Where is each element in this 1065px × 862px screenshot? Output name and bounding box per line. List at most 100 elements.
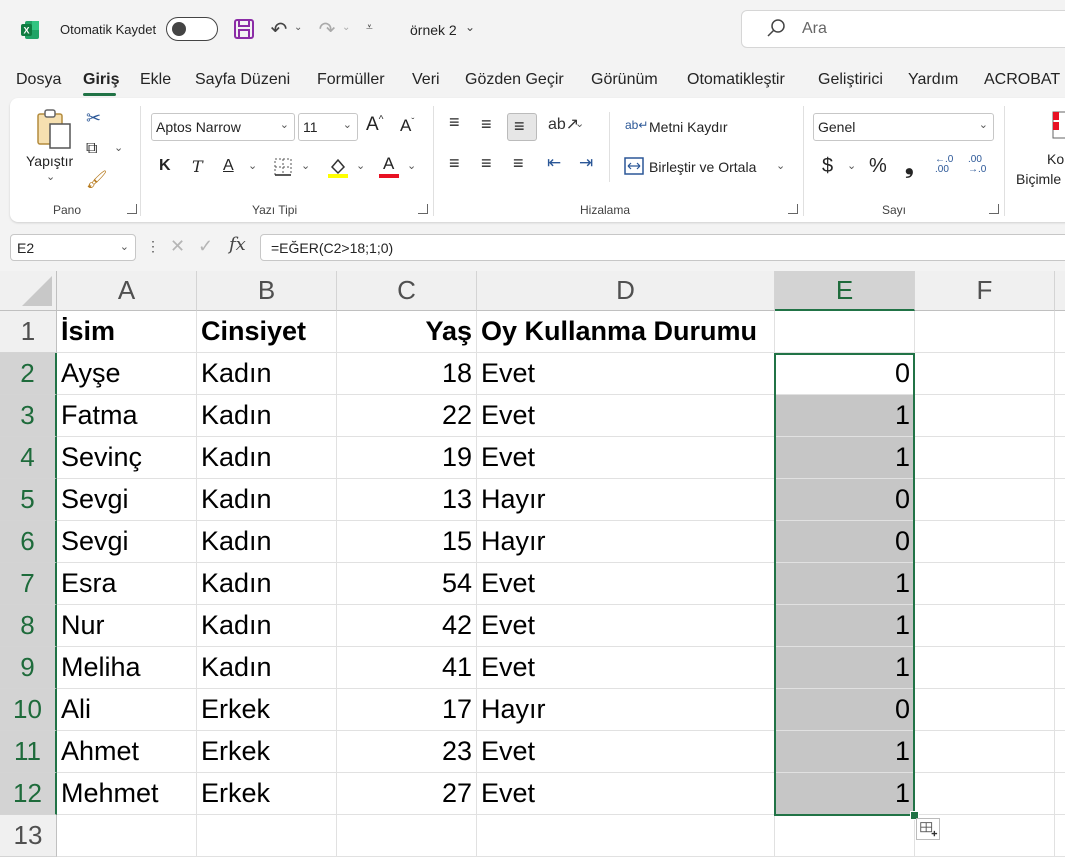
align-center-icon[interactable]: ≡ <box>481 153 492 174</box>
empty-cell[interactable] <box>915 479 1055 521</box>
table-cell[interactable]: Erkek <box>197 773 337 815</box>
percent-button[interactable]: % <box>869 155 887 178</box>
column-header-e[interactable]: E <box>775 271 915 311</box>
underline-button[interactable]: A <box>223 157 234 175</box>
quick-analysis-icon[interactable] <box>916 818 940 840</box>
select-all-button[interactable] <box>0 271 57 311</box>
table-cell[interactable]: Esra <box>57 563 197 605</box>
table-cell[interactable]: 1 <box>775 773 915 815</box>
empty-cell[interactable] <box>1055 395 1065 437</box>
formula-input[interactable]: =EĞER(C2>18;1;0) <box>260 234 1065 261</box>
font-color-dropdown-icon[interactable]: ⌄ <box>407 159 416 172</box>
document-title[interactable]: örnek 2 <box>410 22 457 38</box>
table-cell[interactable]: 17 <box>337 689 477 731</box>
row-header[interactable]: 1 <box>0 311 57 353</box>
currency-button[interactable]: $ <box>822 155 833 178</box>
conditional-formatting-icon[interactable] <box>1051 110 1065 140</box>
wrap-text-icon[interactable]: ab↵ <box>625 118 648 132</box>
tab-automate[interactable]: Otomatikleştir <box>687 71 785 89</box>
row-header[interactable]: 9 <box>0 647 57 689</box>
table-cell[interactable]: Hayır <box>477 479 775 521</box>
empty-cell[interactable] <box>915 395 1055 437</box>
table-cell[interactable]: 1 <box>775 647 915 689</box>
tab-home[interactable]: Giriş <box>83 71 119 89</box>
table-cell[interactable]: Kadın <box>197 353 337 395</box>
borders-dropdown-icon[interactable]: ⌄ <box>301 159 310 172</box>
empty-cell[interactable] <box>915 437 1055 479</box>
conditional-formatting-label-line1[interactable]: Ko <box>1047 151 1064 167</box>
undo-dropdown-icon[interactable]: ⌄ <box>294 22 302 33</box>
increase-decimal-icon[interactable]: ←.0.00 <box>935 155 953 175</box>
empty-cell[interactable] <box>915 647 1055 689</box>
row-header[interactable]: 11 <box>0 731 57 773</box>
table-cell[interactable]: 13 <box>337 479 477 521</box>
empty-cell[interactable] <box>1055 731 1065 773</box>
align-middle-icon[interactable]: ≡ <box>481 114 492 135</box>
search-box[interactable] <box>741 10 1065 48</box>
chevron-down-icon[interactable]: ⌄ <box>465 20 475 34</box>
number-format-select[interactable]: Genel ⌄ <box>813 113 994 141</box>
table-cell[interactable]: Ayşe <box>57 353 197 395</box>
currency-dropdown-icon[interactable]: ⌄ <box>847 159 856 172</box>
copy-icon[interactable]: ⧉ <box>86 140 97 158</box>
empty-cell[interactable] <box>57 815 197 857</box>
font-name-select[interactable]: Aptos Narrow ⌄ <box>151 113 295 141</box>
tab-review[interactable]: Gözden Geçir <box>465 71 564 89</box>
table-cell[interactable]: Sevinç <box>57 437 197 479</box>
increase-font-size-icon[interactable]: A^ <box>366 114 383 136</box>
tab-acrobat[interactable]: ACROBAT <box>984 71 1060 89</box>
tab-formulas[interactable]: Formüller <box>317 71 385 89</box>
row-header[interactable]: 2 <box>0 353 57 395</box>
table-cell[interactable]: Evet <box>477 563 775 605</box>
table-cell[interactable]: Evet <box>477 647 775 689</box>
alignment-launcher-icon[interactable] <box>788 204 798 214</box>
table-cell[interactable]: Kadın <box>197 479 337 521</box>
align-left-icon[interactable]: ≡ <box>449 153 460 174</box>
column-header-b[interactable]: B <box>197 271 337 311</box>
number-launcher-icon[interactable] <box>989 204 999 214</box>
column-header-c[interactable]: C <box>337 271 477 311</box>
align-top-icon[interactable]: ≡ <box>449 112 460 133</box>
column-header-d[interactable]: D <box>477 271 775 311</box>
fill-color-icon[interactable] <box>326 155 350 179</box>
row-header[interactable]: 6 <box>0 521 57 563</box>
table-cell[interactable]: Evet <box>477 395 775 437</box>
row-header[interactable]: 13 <box>0 815 57 857</box>
table-cell[interactable]: 0 <box>775 353 915 395</box>
table-cell[interactable]: 1 <box>775 605 915 647</box>
orientation-dropdown-icon[interactable]: ⌄ <box>575 117 584 130</box>
header-cell[interactable]: Oy Kullanma Durumu <box>477 311 775 353</box>
table-cell[interactable]: Kadın <box>197 647 337 689</box>
tab-developer[interactable]: Geliştirici <box>818 71 883 89</box>
borders-icon[interactable] <box>273 157 293 177</box>
row-header[interactable]: 5 <box>0 479 57 521</box>
table-cell[interactable]: 1 <box>775 563 915 605</box>
table-cell[interactable]: 1 <box>775 731 915 773</box>
header-cell[interactable]: Yaş <box>337 311 477 353</box>
merge-center-label[interactable]: Birleştir ve Ortala <box>649 159 756 175</box>
more-options-icon[interactable]: ⋮ <box>146 238 160 255</box>
empty-cell[interactable] <box>915 521 1055 563</box>
table-cell[interactable]: Hayır <box>477 689 775 731</box>
font-launcher-icon[interactable] <box>418 204 428 214</box>
row-header[interactable]: 4 <box>0 437 57 479</box>
conditional-formatting-label-line2[interactable]: Biçimle <box>1016 171 1061 187</box>
tab-insert[interactable]: Ekle <box>140 71 171 89</box>
search-placeholder[interactable]: Ara <box>802 20 827 38</box>
decrease-decimal-icon[interactable]: .00 →.0 <box>968 155 986 175</box>
table-cell[interactable]: 0 <box>775 689 915 731</box>
empty-cell[interactable] <box>1055 689 1065 731</box>
empty-cell[interactable] <box>1055 815 1065 857</box>
empty-cell[interactable] <box>915 689 1055 731</box>
table-cell[interactable]: Hayır <box>477 521 775 563</box>
fill-color-dropdown-icon[interactable]: ⌄ <box>356 159 365 172</box>
font-color-icon[interactable]: A <box>383 154 394 174</box>
empty-cell[interactable] <box>1055 437 1065 479</box>
clipboard-launcher-icon[interactable] <box>127 204 137 214</box>
empty-cell[interactable] <box>915 311 1055 353</box>
empty-cell[interactable] <box>1055 773 1065 815</box>
table-cell[interactable]: Evet <box>477 731 775 773</box>
align-right-icon[interactable]: ≡ <box>513 153 524 174</box>
table-cell[interactable]: 41 <box>337 647 477 689</box>
empty-cell[interactable] <box>775 815 915 857</box>
